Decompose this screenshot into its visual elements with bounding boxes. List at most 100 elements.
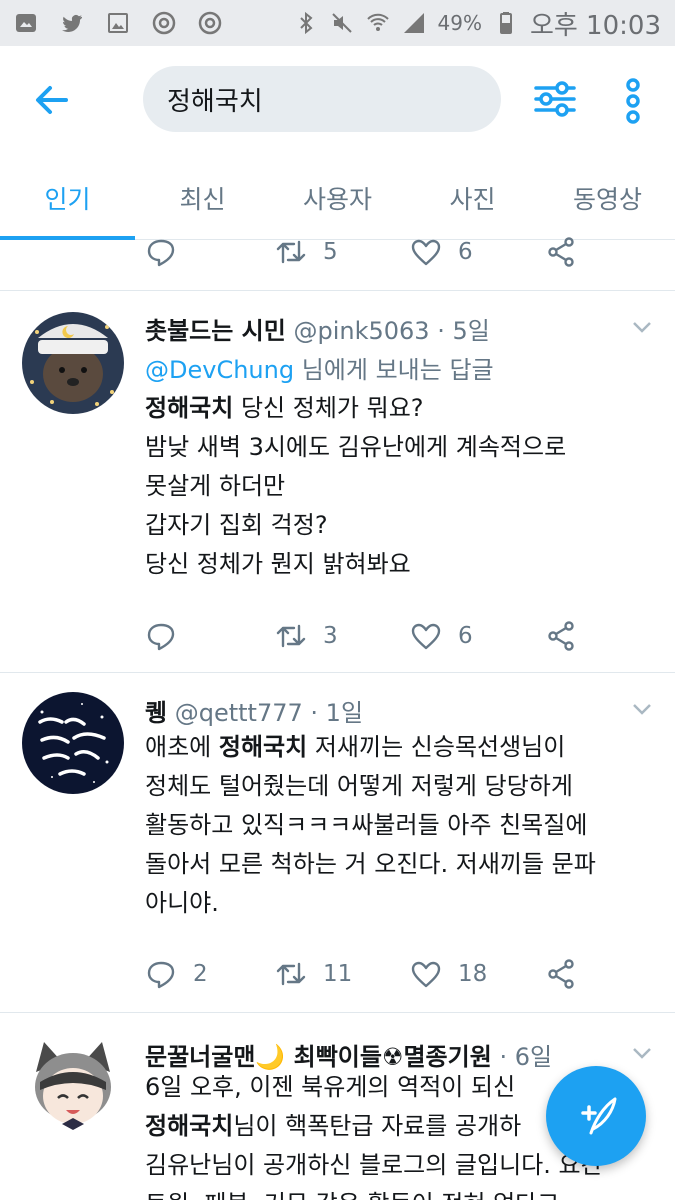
tweet-line: 돌아서 모른 척하는 거 오진다. 저새끼들 문파 [145,850,596,878]
author-handle[interactable]: @qettt777 [175,699,303,727]
tweet-divider [0,672,675,673]
avatar[interactable] [22,312,124,414]
retweet-button[interactable]: 3 [275,620,410,652]
battery-level: 49% [437,11,482,35]
sliders-icon [534,81,576,117]
tab-photos[interactable]: 사진 [405,156,540,239]
back-arrow-icon [36,86,68,114]
tweet-divider [0,1012,675,1013]
share-button[interactable] [545,958,577,990]
like-button[interactable]: 18 [410,958,545,990]
tweet-header: 촛불드는 시민 @pink5063 · 5일 [145,311,490,346]
image-icon [106,11,130,35]
tab-people[interactable]: 사용자 [270,156,405,239]
tab-latest[interactable]: 최신 [135,156,270,239]
tweet-line: 밤낮 새벽 3시에도 김유난에게 계속적으로 [145,433,567,461]
tweet-text: 애초에 정해국치 저새끼는 신승목선생님이 정체도 털어줬는데 어떻게 저렇게 … [145,728,645,923]
retweet-icon [276,624,306,648]
reply-count: 2 [193,961,208,987]
tweet-time: · 6일 [499,1043,553,1071]
search-tabs: 인기 최신 사용자 사진 동영상 [0,156,675,240]
author-name[interactable]: 퀭 [145,699,167,727]
reply-context-text: 님에게 보내는 답글 [294,356,494,384]
avatar-image [22,692,124,794]
tweet-line: 애초에 [145,733,219,761]
tweet-header: 문꿀너굴맨🌙 최빡이들☢멸종기원 · 6일 [145,1037,552,1072]
reply-icon [147,623,175,651]
search-highlight: 정해국치 [218,733,308,761]
retweet-count: 11 [323,961,353,987]
tweet-text: 정해국치 당신 정체가 뭐요? 밤낮 새벽 3시에도 김유난에게 계속적으로 못… [145,389,645,584]
chrome-icon [198,11,222,35]
heart-icon [411,623,441,650]
tweet-line: 활동하고 있직ㅋㅋㅋ싸불러들 아주 친목질에 [145,811,588,839]
bluetooth-icon [294,11,318,35]
share-button[interactable] [545,620,577,652]
app-bar: 정해국치 [0,46,675,156]
tweet-line: 정체도 털어줬는데 어떻게 저렇게 당당하게 [145,772,573,800]
tweet-line: 저새끼는 신승목선생님이 [307,733,566,761]
tweet-line: 못살게 하더만 [145,472,286,500]
reply-button[interactable] [145,620,275,652]
tweet-actions: 5 6 [145,232,585,272]
tweet-header: 퀭 @qettt777 · 1일 [145,693,363,728]
like-count: 6 [458,623,473,649]
share-button[interactable] [545,236,577,268]
tweet-line: 갑자기 집회 걱정? [145,511,328,539]
avatar[interactable] [22,1032,124,1134]
retweet-icon [276,962,306,986]
tab-videos[interactable]: 동영상 [540,156,675,239]
search-highlight: 정해국치 [145,1112,234,1140]
gallery-icon [14,11,38,35]
tab-top[interactable]: 인기 [0,156,135,240]
search-query: 정해국치 [167,86,263,117]
search-highlight: 정해국치 [145,394,234,422]
tweet-actions: 2 11 18 [145,954,585,994]
retweet-count: 5 [323,239,338,265]
chevron-down-icon[interactable] [630,315,654,339]
twitter-icon [60,11,84,35]
battery-icon [494,11,518,35]
wifi-icon [366,11,390,35]
search-input[interactable]: 정해국치 [143,66,501,132]
reply-context: @DevChung 님에게 보내는 답글 [145,350,494,385]
compose-quill-icon [581,1097,617,1135]
chrome-icon [152,11,176,35]
like-button[interactable]: 6 [410,236,545,268]
heart-icon [411,239,441,266]
tweet-line: 트윗, 페북, 커뮤 같은 활동이 전혀 없다고 [145,1185,645,1200]
tweet-time: · 5일 [437,317,490,345]
vertical-dots-icon [626,78,640,124]
reply-button[interactable] [145,236,275,268]
retweet-icon [276,240,306,264]
retweet-button[interactable]: 5 [275,236,410,268]
tweet-line: 님이 핵폭탄급 자료를 공개하 [233,1112,522,1140]
avatar-image [22,312,124,414]
like-button[interactable]: 6 [410,620,545,652]
tweet-divider [0,290,675,291]
status-bar: 49% 오후 10:03 [0,0,675,46]
reply-icon [147,961,175,989]
reply-mention[interactable]: @DevChung [145,356,294,384]
reply-button[interactable]: 2 [145,958,275,990]
back-button[interactable] [30,78,74,122]
compose-tweet-button[interactable] [546,1066,646,1166]
more-options-button[interactable] [618,76,648,126]
like-count: 6 [458,239,473,265]
reply-icon [147,239,175,267]
chevron-down-icon[interactable] [630,1041,654,1065]
author-name[interactable]: 문꿀너굴맨🌙 최빡이들☢멸종기원 [145,1043,492,1071]
tweet-actions: 3 6 [145,616,585,656]
chevron-down-icon[interactable] [630,697,654,721]
search-filter-button[interactable] [532,76,578,122]
heart-icon [411,961,441,988]
share-icon [548,959,574,989]
author-name[interactable]: 촛불드는 시민 [145,317,286,345]
author-handle[interactable]: @pink5063 [293,317,429,345]
avatar[interactable] [22,692,124,794]
tweet-line: 당신 정체가 뭐요? [233,394,424,422]
retweet-button[interactable]: 11 [275,958,410,990]
retweet-count: 3 [323,623,338,649]
like-count: 18 [458,961,488,987]
avatar-image [22,1032,124,1134]
